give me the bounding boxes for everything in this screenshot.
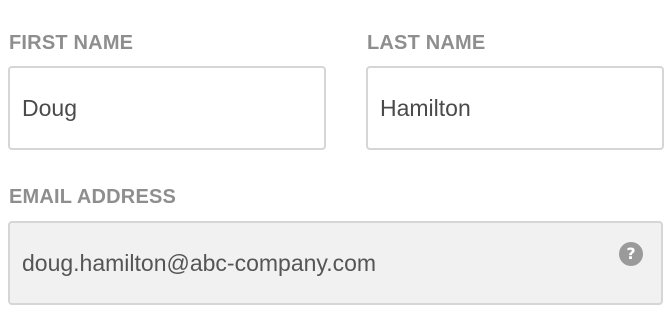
first-name-input[interactable] [8,66,326,150]
question-circle-icon[interactable]: ? [619,242,643,266]
email-address-label: EMAIL ADDRESS [9,186,177,208]
last-name-input[interactable] [366,66,664,150]
first-name-label: FIRST NAME [9,32,134,54]
email-address-field[interactable] [8,221,663,305]
last-name-label: LAST NAME [367,32,486,54]
profile-form: FIRST NAME LAST NAME EMAIL ADDRESS ? [0,0,670,335]
